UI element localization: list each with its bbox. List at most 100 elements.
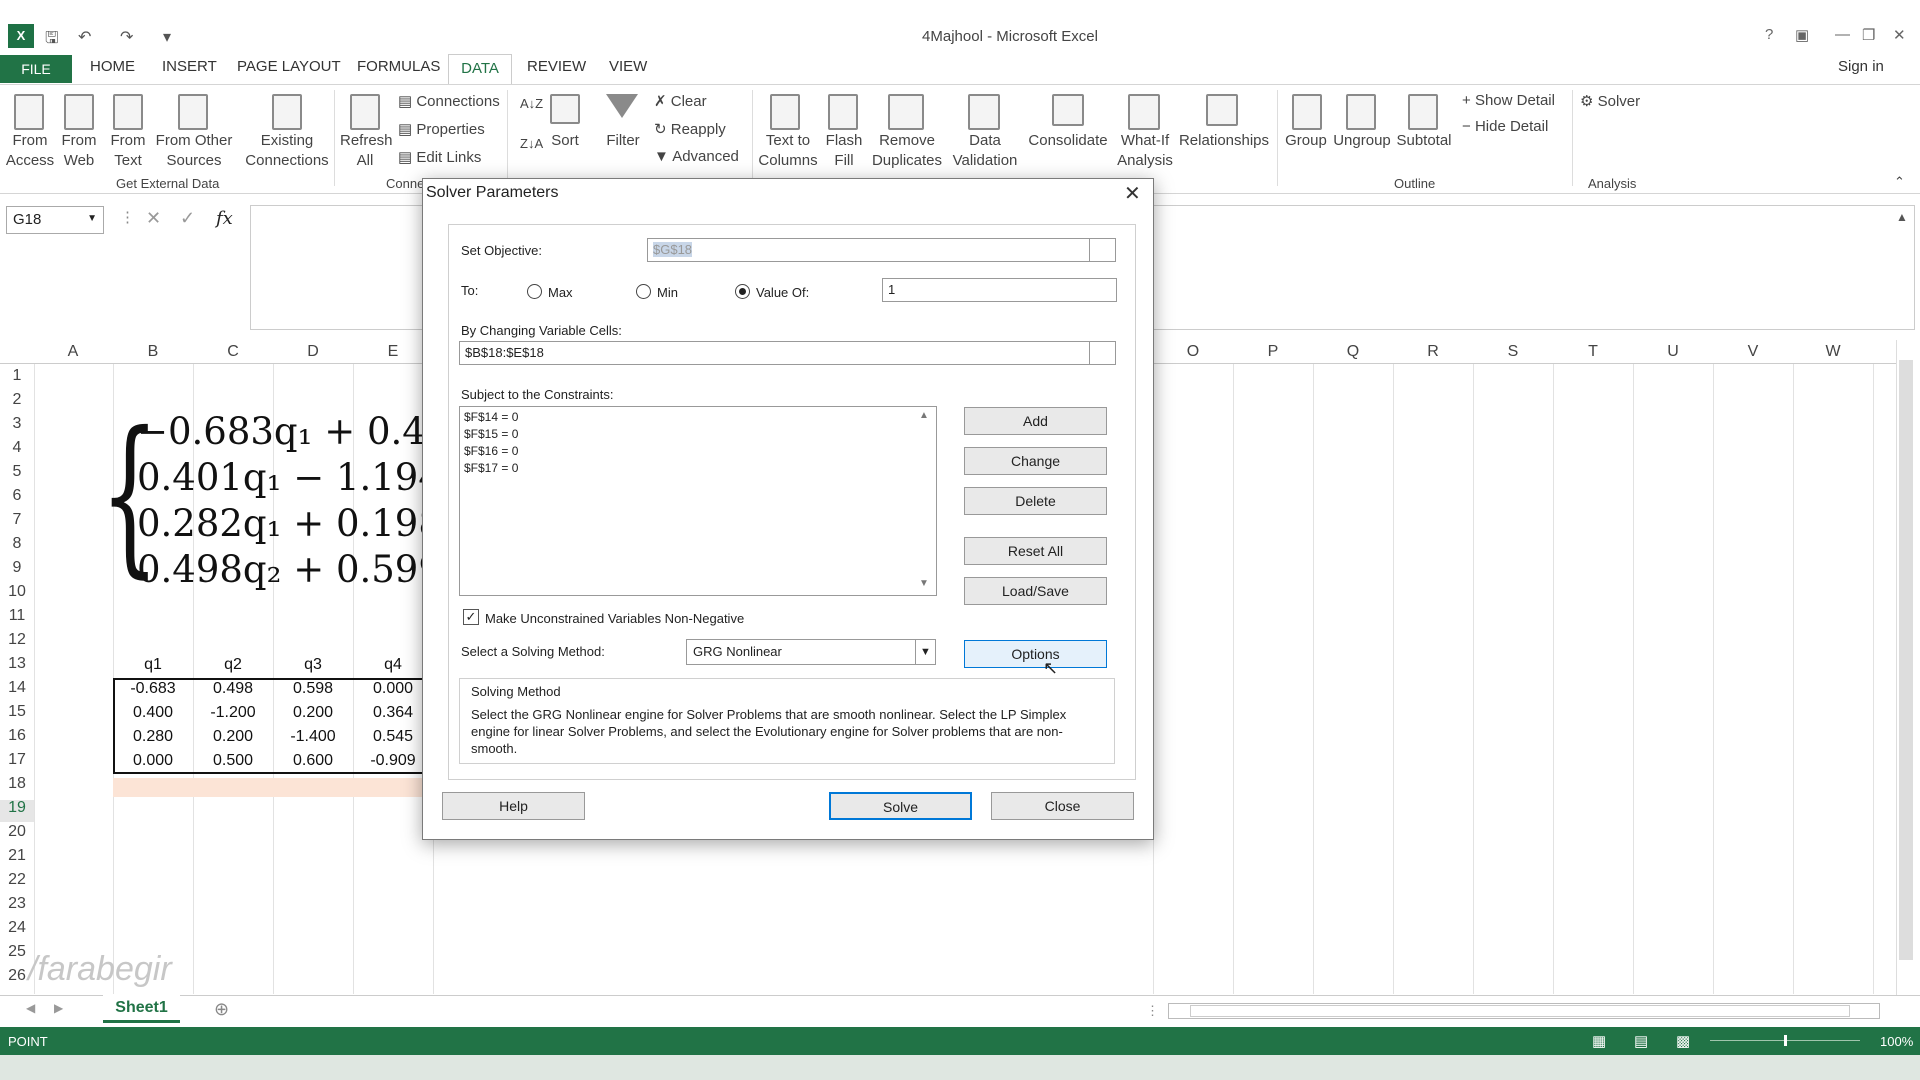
edit-links-button[interactable]: ▤ Edit Links: [398, 148, 481, 166]
ungroup-button[interactable]: Ungroup: [1332, 131, 1392, 151]
column-header[interactable]: S: [1483, 343, 1543, 361]
table-header[interactable]: q4: [353, 656, 433, 674]
table-cell[interactable]: 0.400: [113, 704, 193, 722]
table-cell[interactable]: 0.498: [193, 680, 273, 698]
table-cell[interactable]: 0.545: [353, 728, 433, 746]
table-cell[interactable]: 0.364: [353, 704, 433, 722]
row-header[interactable]: 20: [0, 823, 34, 841]
save-icon[interactable]: 🖫: [45, 27, 59, 54]
clear-button[interactable]: ✗ Clear: [654, 92, 707, 110]
column-header[interactable]: Q: [1323, 343, 1383, 361]
sheet-tab[interactable]: Sheet1: [103, 995, 180, 1023]
cancel-icon[interactable]: ✕: [146, 208, 161, 229]
page-break-view-icon[interactable]: ▩: [1676, 1032, 1690, 1050]
ribbon-display-icon[interactable]: ▣: [1795, 26, 1809, 44]
row-header[interactable]: 14: [0, 679, 34, 697]
row-header[interactable]: 5: [0, 463, 34, 481]
tab-insert[interactable]: INSERT: [162, 58, 217, 75]
flash-fill-button[interactable]: Flash Fill: [824, 131, 864, 171]
redo-icon[interactable]: ↷: [120, 27, 133, 47]
value-of-input[interactable]: 1: [882, 278, 1117, 302]
column-header[interactable]: D: [283, 343, 343, 361]
constraint-item[interactable]: $F$14 = 0: [464, 410, 518, 424]
column-header[interactable]: W: [1803, 343, 1863, 361]
sort-za-icon[interactable]: Z↓A: [520, 136, 543, 151]
row-header[interactable]: 22: [0, 871, 34, 889]
chevron-down-icon[interactable]: ▼: [915, 640, 935, 664]
from-web-button[interactable]: From Web: [55, 131, 103, 171]
row-header[interactable]: 24: [0, 919, 34, 937]
min-radio[interactable]: [636, 284, 651, 299]
row-header[interactable]: 21: [0, 847, 34, 865]
name-box-dropdown-icon[interactable]: ▼: [87, 213, 97, 224]
table-cell[interactable]: -0.909: [353, 752, 433, 770]
column-header[interactable]: O: [1163, 343, 1223, 361]
tab-data[interactable]: DATA: [448, 54, 512, 84]
refresh-all-button[interactable]: Refresh All: [340, 131, 393, 171]
reset-all-button[interactable]: Reset All: [964, 537, 1107, 565]
show-detail-button[interactable]: + Show Detail: [1462, 92, 1555, 109]
tab-page-layout[interactable]: PAGE LAYOUT: [237, 58, 341, 75]
table-cell[interactable]: 0.598: [273, 680, 353, 698]
properties-button[interactable]: ▤ Properties: [398, 120, 485, 138]
table-cell[interactable]: 0.500: [193, 752, 273, 770]
row-header[interactable]: 4: [0, 439, 34, 457]
advanced-button[interactable]: ▼ Advanced: [654, 148, 739, 165]
row-header[interactable]: 2: [0, 391, 34, 409]
variable-cells-row[interactable]: [113, 778, 433, 797]
insert-function-icon[interactable]: fx: [216, 208, 233, 229]
tab-formulas[interactable]: FORMULAS: [357, 58, 440, 75]
zoom-slider-thumb[interactable]: [1784, 1035, 1787, 1046]
scroll-down-icon[interactable]: ▼: [919, 578, 929, 589]
load-save-button[interactable]: Load/Save: [964, 577, 1107, 605]
collapse-changing-ref-icon[interactable]: [1089, 342, 1115, 364]
consolidate-button[interactable]: Consolidate: [1022, 131, 1114, 151]
change-button[interactable]: Change: [964, 447, 1107, 475]
constraint-item[interactable]: $F$15 = 0: [464, 427, 518, 441]
constraint-item[interactable]: $F$17 = 0: [464, 461, 518, 475]
row-header[interactable]: 15: [0, 703, 34, 721]
row-header[interactable]: 12: [0, 631, 34, 649]
column-header[interactable]: R: [1403, 343, 1463, 361]
column-header[interactable]: C: [203, 343, 263, 361]
what-if-analysis-button[interactable]: What-If Analysis: [1110, 131, 1180, 171]
row-header[interactable]: 18: [0, 775, 34, 793]
table-cell[interactable]: -1.200: [193, 704, 273, 722]
solver-button[interactable]: ⚙ Solver: [1580, 92, 1640, 110]
help-icon[interactable]: ?: [1765, 26, 1773, 43]
column-header[interactable]: A: [43, 343, 103, 361]
dialog-close-icon[interactable]: ✕: [1124, 181, 1141, 206]
help-button[interactable]: Help: [442, 792, 585, 820]
solve-button[interactable]: Solve: [829, 792, 972, 820]
tab-home[interactable]: HOME: [90, 58, 135, 75]
column-header[interactable]: T: [1563, 343, 1623, 361]
table-cell[interactable]: 0.000: [353, 680, 433, 698]
scroll-up-icon[interactable]: ▲: [919, 410, 929, 421]
row-header[interactable]: 9: [0, 559, 34, 577]
page-layout-view-icon[interactable]: ▤: [1634, 1032, 1648, 1050]
solving-method-select[interactable]: GRG Nonlinear: [686, 639, 936, 665]
row-header[interactable]: 13: [0, 655, 34, 673]
row-header[interactable]: 23: [0, 895, 34, 913]
connections-button[interactable]: ▤ Connections: [398, 92, 500, 110]
row-header[interactable]: 11: [0, 607, 34, 625]
options-button[interactable]: Options: [964, 640, 1107, 668]
text-to-columns-button[interactable]: Text to Columns: [755, 131, 821, 171]
row-header[interactable]: 8: [0, 535, 34, 553]
sort-az-icon[interactable]: A↓Z: [520, 96, 543, 111]
table-cell[interactable]: 0.280: [113, 728, 193, 746]
row-header[interactable]: 10: [0, 583, 34, 601]
constraints-list[interactable]: [459, 406, 937, 596]
relationships-button[interactable]: Relationships: [1178, 131, 1270, 151]
table-cell[interactable]: 0.200: [273, 704, 353, 722]
row-header[interactable]: 3: [0, 415, 34, 433]
value-of-radio[interactable]: [735, 284, 750, 299]
row-header[interactable]: 1: [0, 367, 34, 385]
table-header[interactable]: q2: [193, 656, 273, 674]
table-cell[interactable]: 0.600: [273, 752, 353, 770]
table-cell[interactable]: 0.200: [193, 728, 273, 746]
row-header[interactable]: 6: [0, 487, 34, 505]
normal-view-icon[interactable]: ▦: [1592, 1032, 1606, 1050]
from-other-sources-button[interactable]: From Other Sources: [152, 131, 236, 171]
changing-cells-input[interactable]: $B$18:$E$18: [459, 341, 1116, 365]
